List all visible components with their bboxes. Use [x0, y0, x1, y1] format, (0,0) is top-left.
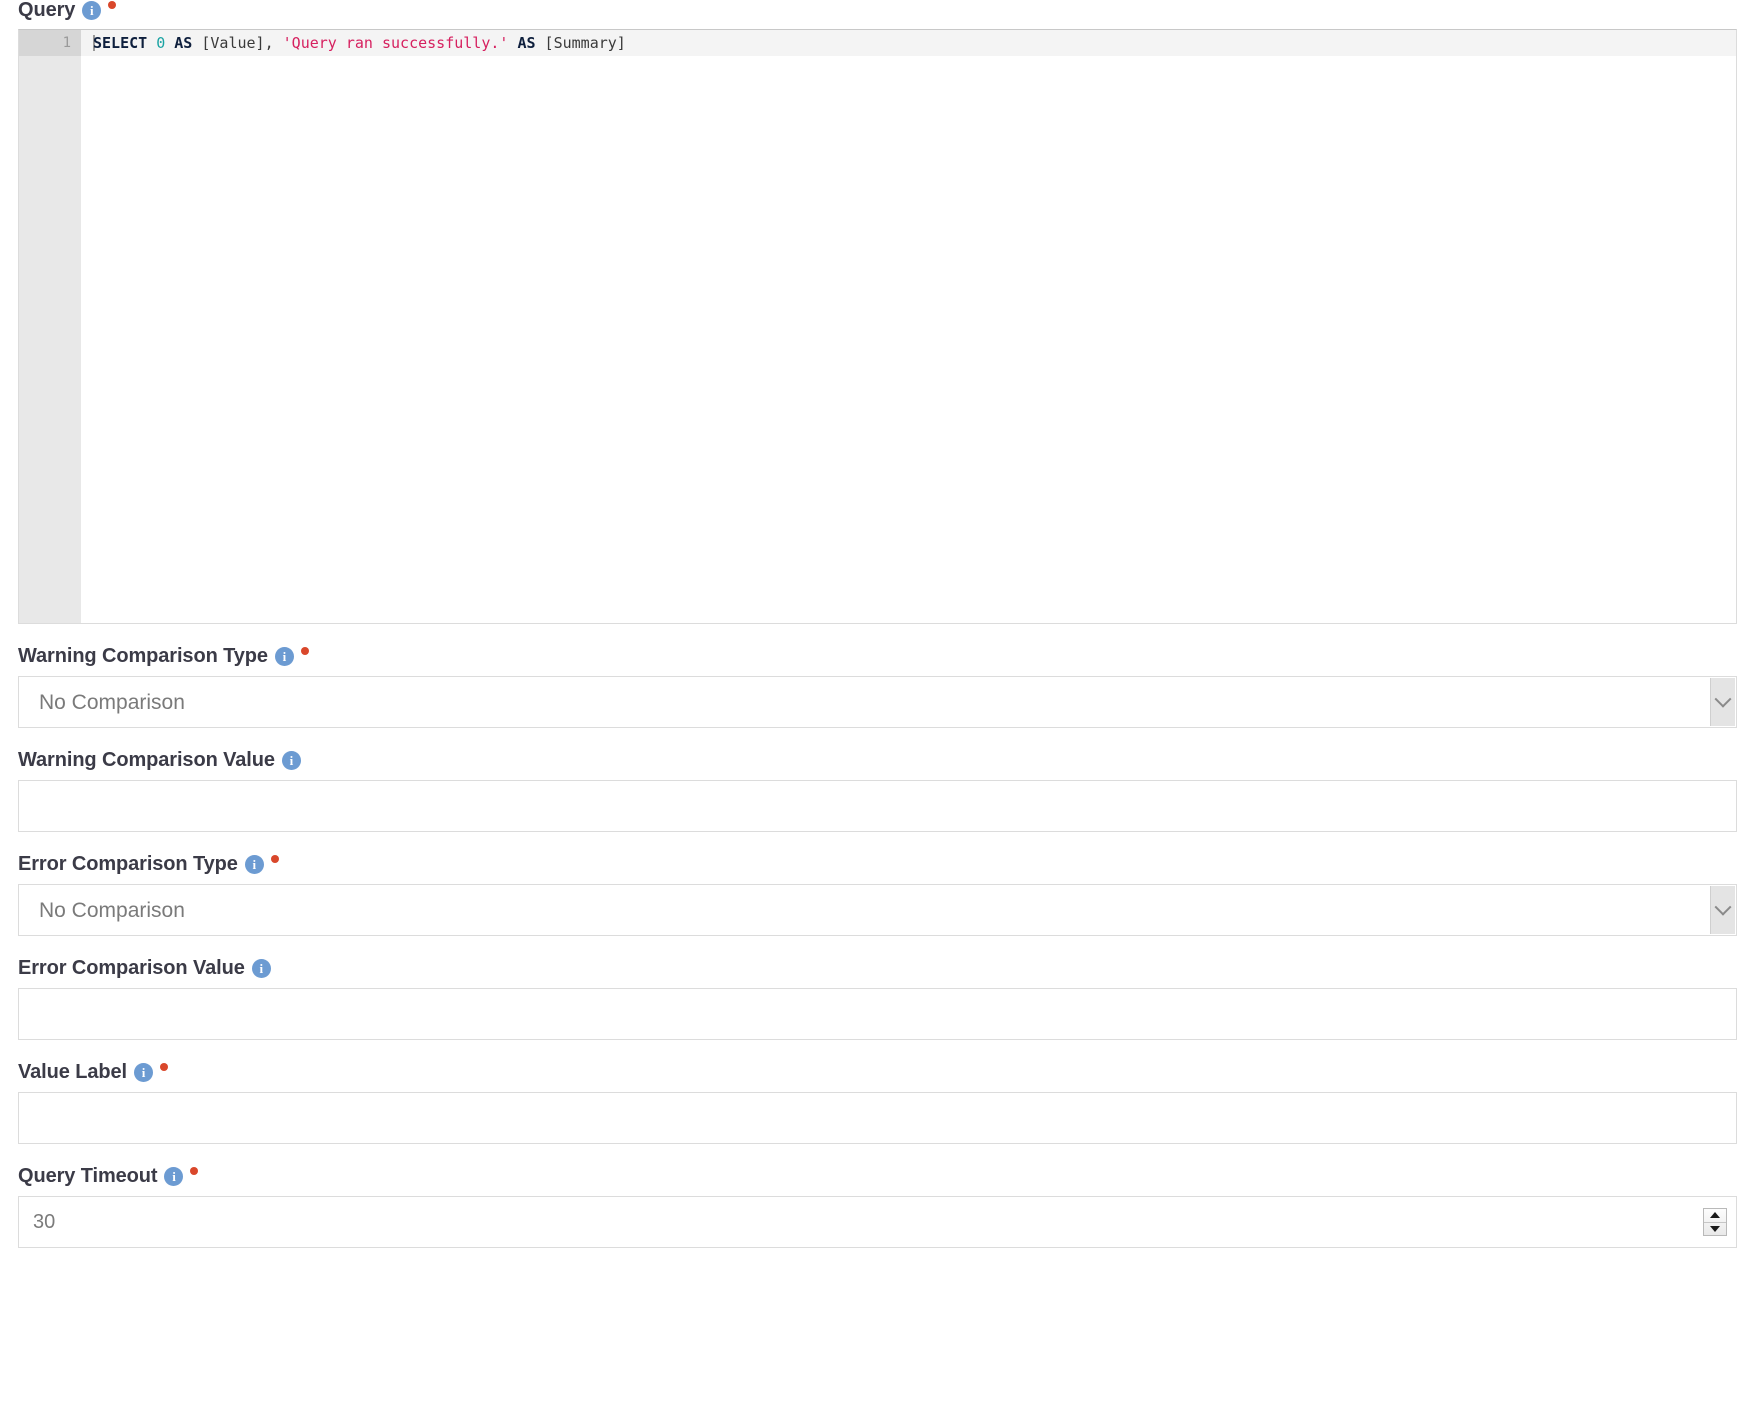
- info-icon[interactable]: i: [274, 646, 294, 666]
- query-label-row: Query i: [18, 0, 1755, 20]
- spinner-down-icon[interactable]: [1704, 1221, 1726, 1236]
- label-row-error-comparison-type: Error Comparison Type i: [18, 854, 1737, 874]
- label-row-error-comparison-value: Error Comparison Value i: [18, 958, 1737, 978]
- field-label-warning-comparison-type: Warning Comparison Type: [18, 645, 268, 667]
- input-error-comparison-value[interactable]: [18, 988, 1737, 1040]
- input-warning-comparison-value[interactable]: [18, 780, 1737, 832]
- sql-token-punct-1: [147, 34, 156, 52]
- label-row-value-label: Value Label i: [18, 1062, 1737, 1082]
- field-error-comparison-type: Error Comparison Type i No Comparison: [18, 832, 1737, 936]
- info-icon[interactable]: i: [133, 1062, 153, 1082]
- label-row-warning-comparison-value: Warning Comparison Value i: [18, 750, 1737, 770]
- required-indicator-dot: [300, 647, 309, 655]
- required-indicator-dot: [190, 1167, 199, 1175]
- field-label-query-timeout: Query Timeout: [18, 1165, 158, 1187]
- info-icon[interactable]: i: [244, 854, 264, 874]
- field-label-warning-comparison-value: Warning Comparison Value: [18, 749, 275, 771]
- sql-code-line: SELECT 0 AS [Value], 'Query ran successf…: [93, 34, 626, 52]
- field-warning-comparison-value: Warning Comparison Value i: [18, 728, 1737, 832]
- page-title: Query: [18, 0, 76, 21]
- control-wrapper-warning-comparison-value: [18, 780, 1737, 832]
- info-icon[interactable]: i: [164, 1166, 184, 1186]
- sql-token-str-6: 'Query ran successfully.': [282, 34, 509, 52]
- input-value-label[interactable]: [18, 1092, 1737, 1144]
- query-settings-form: Query i 1 SELECT 0 AS [Value], 'Query ra…: [0, 0, 1755, 1248]
- chevron-glyph: [1714, 690, 1732, 708]
- control-wrapper-error-comparison-value: [18, 988, 1737, 1040]
- triangle-down-glyph: [1710, 1225, 1720, 1232]
- editor-gutter: 1: [19, 30, 81, 623]
- field-error-comparison-value: Error Comparison Value i: [18, 936, 1737, 1040]
- select-error-comparison-type[interactable]: No Comparison: [18, 884, 1737, 936]
- sql-token-punct-3: [165, 34, 174, 52]
- chevron-glyph: [1714, 898, 1732, 916]
- quantity-stepper-query-timeout[interactable]: [1703, 1208, 1727, 1236]
- triangle-up-glyph: [1710, 1212, 1720, 1219]
- field-label-value-label: Value Label: [18, 1061, 127, 1083]
- sql-query-editor[interactable]: 1 SELECT 0 AS [Value], 'Query ran succes…: [18, 29, 1737, 624]
- label-row-warning-comparison-type: Warning Comparison Type i: [18, 646, 1737, 666]
- input-query-timeout[interactable]: [18, 1196, 1737, 1248]
- chevron-down-icon[interactable]: [1710, 678, 1735, 726]
- sql-token-kw-4: AS: [174, 34, 193, 52]
- sql-token-ident-9: [Summary]: [535, 34, 626, 52]
- info-icon[interactable]: i: [281, 750, 301, 770]
- control-wrapper-error-comparison-type: No Comparison: [18, 884, 1737, 936]
- field-label-error-comparison-type: Error Comparison Type: [18, 853, 238, 875]
- query-field-group: Query i 1 SELECT 0 AS [Value], 'Query ra…: [0, 0, 1755, 624]
- form-fields-container: Warning Comparison Type i No Comparison War…: [0, 624, 1755, 1248]
- line-number: 1: [62, 35, 71, 51]
- gutter-active-line: [19, 30, 81, 56]
- sql-token-kw-0: SELECT: [93, 34, 148, 52]
- field-query-timeout: Query Timeout i: [18, 1144, 1737, 1248]
- control-wrapper-value-label: [18, 1092, 1737, 1144]
- info-icon[interactable]: i: [82, 0, 102, 20]
- label-row-query-timeout: Query Timeout i: [18, 1166, 1737, 1186]
- control-wrapper-query-timeout: [18, 1196, 1737, 1248]
- field-warning-comparison-type: Warning Comparison Type i No Comparison: [18, 624, 1737, 728]
- required-indicator-dot: [270, 855, 279, 863]
- sql-token-ident-5: [Value],: [192, 34, 283, 52]
- chevron-down-icon[interactable]: [1710, 886, 1735, 934]
- spinner-up-icon[interactable]: [1704, 1209, 1726, 1222]
- control-wrapper-warning-comparison-type: No Comparison: [18, 676, 1737, 728]
- select-warning-comparison-type[interactable]: No Comparison: [18, 676, 1737, 728]
- field-value-label: Value Label i: [18, 1040, 1737, 1144]
- select-value-error-comparison-type: No Comparison: [39, 898, 185, 922]
- select-value-warning-comparison-type: No Comparison: [39, 690, 185, 714]
- editor-code-area[interactable]: SELECT 0 AS [Value], 'Query ran successf…: [81, 30, 1736, 623]
- info-icon[interactable]: i: [251, 958, 271, 978]
- sql-token-num-2: 0: [156, 34, 166, 52]
- sql-token-kw-8: AS: [517, 34, 536, 52]
- required-indicator-dot: [159, 1063, 168, 1071]
- field-label-error-comparison-value: Error Comparison Value: [18, 957, 245, 979]
- required-indicator-dot: [108, 1, 117, 9]
